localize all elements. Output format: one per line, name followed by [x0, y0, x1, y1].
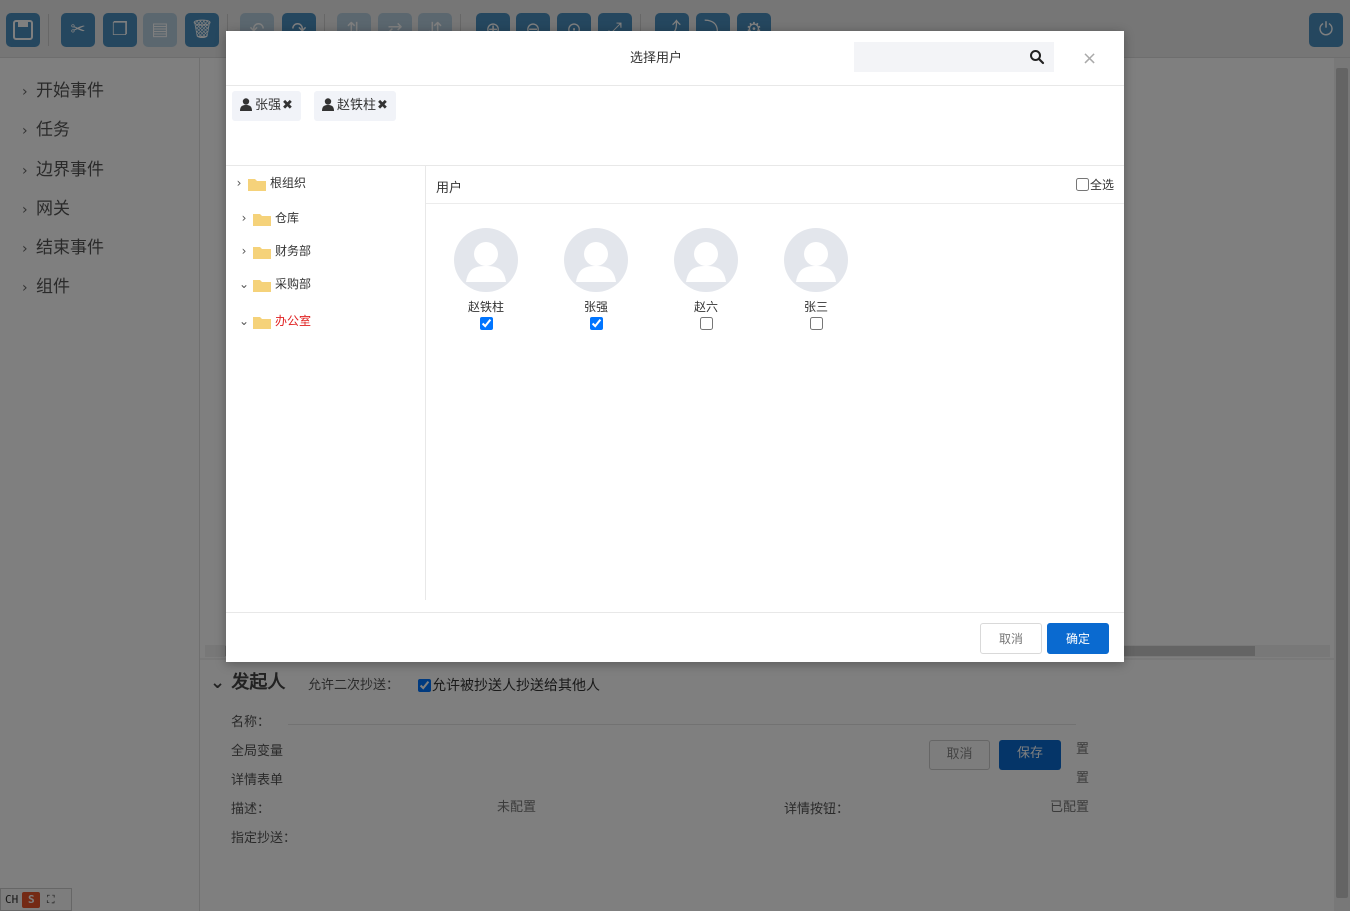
modal-footer: 取消 确定: [226, 612, 1124, 662]
user-name: 张强: [583, 300, 608, 314]
user-icon: [240, 98, 252, 111]
user-checkbox[interactable]: [479, 317, 493, 330]
chevron-right-icon[interactable]: ›: [237, 207, 251, 229]
modal-header: 选择用户 ×: [226, 31, 1124, 86]
chevron-right-icon[interactable]: ›: [232, 172, 246, 194]
close-icon[interactable]: ×: [1082, 48, 1097, 69]
user-name: 赵铁柱: [467, 300, 504, 314]
select-all-checkbox[interactable]: [1075, 178, 1089, 191]
avatar-icon: [564, 228, 628, 292]
user-panel: 用户 全选 赵铁柱 张强 赵六 张三: [426, 166, 1124, 600]
search-input[interactable]: [854, 42, 1054, 72]
user-icon: [322, 98, 334, 111]
user-panel-title: 用户: [436, 181, 463, 196]
selected-tag[interactable]: 赵铁柱✖: [314, 91, 396, 121]
selected-tag[interactable]: 张强✖: [232, 91, 301, 121]
user-card[interactable]: 赵铁柱: [441, 228, 531, 334]
tree-node[interactable]: › 根组织: [232, 172, 306, 194]
folder-icon: [248, 179, 266, 191]
user-panel-header: 用户 全选: [426, 166, 1124, 204]
chevron-down-icon[interactable]: ⌄: [237, 273, 251, 295]
folder-icon: [253, 214, 271, 226]
chevron-right-icon[interactable]: ›: [237, 240, 251, 262]
remove-icon[interactable]: ✖: [377, 98, 388, 113]
user-card[interactable]: 张强: [551, 228, 641, 334]
org-tree: › 根组织 › 仓库 › 财务部 ⌄ 采购部 ⌄ 办公室: [226, 166, 426, 600]
folder-icon: [253, 280, 271, 292]
user-name: 张三: [803, 300, 828, 314]
avatar-icon: [674, 228, 738, 292]
user-checkbox[interactable]: [699, 317, 713, 330]
select-user-modal: 选择用户 × 张强✖ 赵铁柱✖ › 根组织 › 仓库 › 财务部 ⌄ 采购部 ⌄ 办公室: [226, 31, 1124, 662]
user-name: 赵六: [693, 300, 718, 314]
folder-icon: [253, 247, 271, 259]
user-card[interactable]: 赵六: [661, 228, 751, 334]
chevron-down-icon[interactable]: ⌄: [237, 310, 251, 332]
cancel-button[interactable]: 取消: [980, 623, 1042, 654]
tree-node-active[interactable]: ⌄ 办公室: [237, 310, 311, 332]
user-checkbox[interactable]: [809, 317, 823, 330]
remove-icon[interactable]: ✖: [282, 98, 293, 113]
avatar-icon: [784, 228, 848, 292]
user-card[interactable]: 张三: [771, 228, 861, 334]
avatar-icon: [454, 228, 518, 292]
select-all[interactable]: 全选: [1075, 176, 1114, 193]
confirm-button[interactable]: 确定: [1047, 623, 1109, 654]
tree-node[interactable]: ⌄ 采购部: [237, 273, 311, 295]
tree-node[interactable]: › 财务部: [237, 240, 311, 262]
tree-node[interactable]: › 仓库: [237, 207, 299, 229]
folder-icon: [253, 317, 271, 329]
user-checkbox[interactable]: [589, 317, 603, 330]
search-icon[interactable]: [1029, 49, 1045, 65]
selected-users: 张强✖ 赵铁柱✖: [226, 86, 1124, 166]
